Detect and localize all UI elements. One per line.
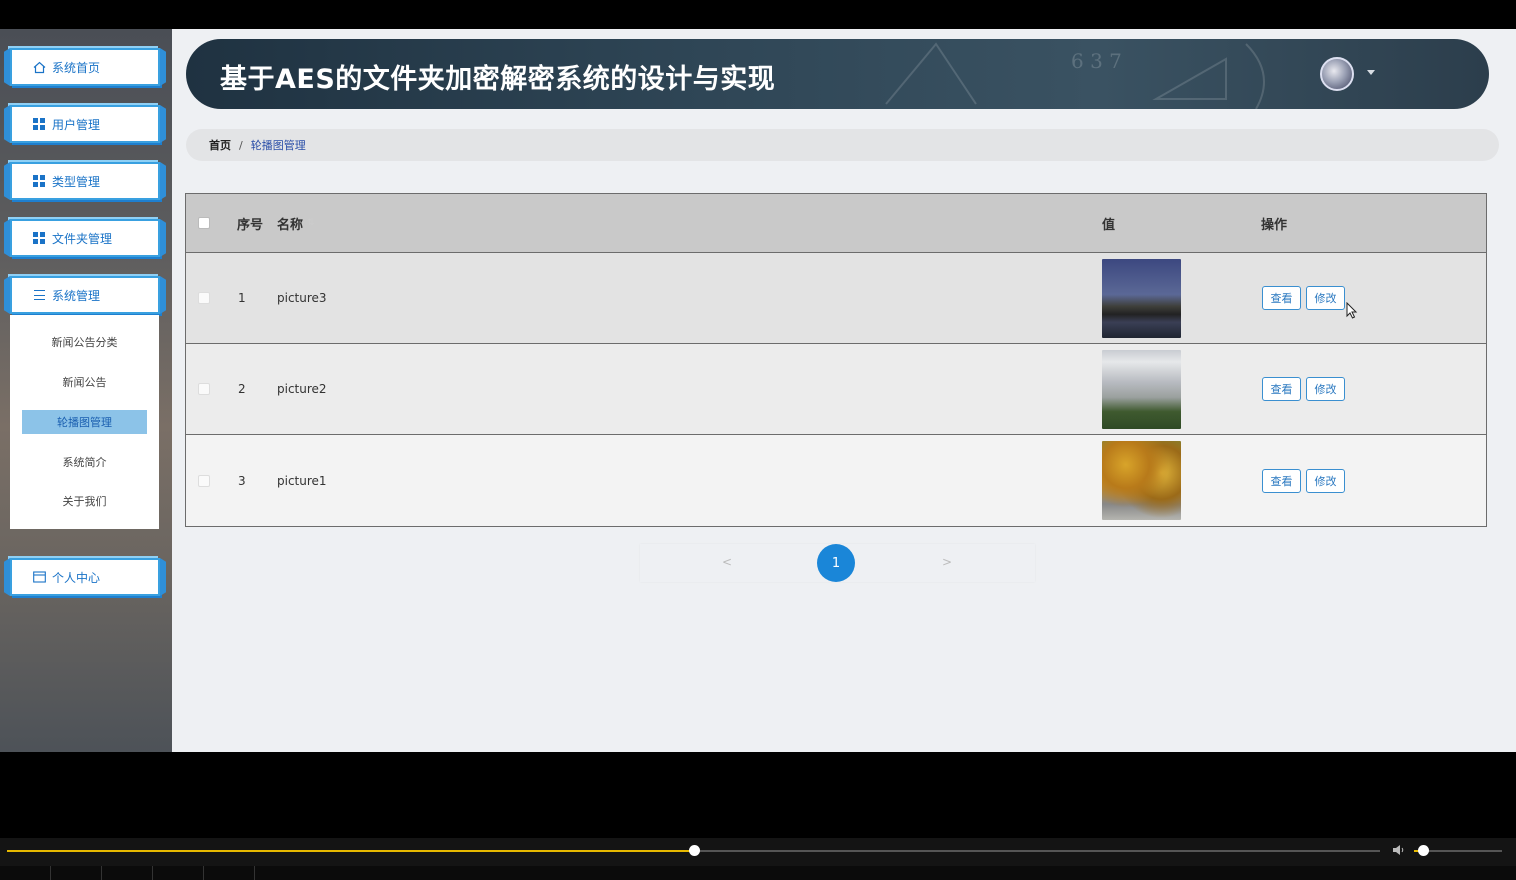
submenu-item-intro[interactable]: 系统简介 <box>22 450 147 474</box>
grid-icon <box>32 231 46 245</box>
avatar[interactable] <box>1320 57 1354 91</box>
sidebar-item-label: 系统管理 <box>52 288 101 303</box>
grid-icon <box>32 174 46 188</box>
table-row: 1 picture3 查看 修改 <box>186 253 1486 344</box>
mouse-cursor-icon <box>1346 302 1358 319</box>
row-name: picture1 <box>277 473 327 488</box>
column-header-index: 序号 <box>237 217 264 233</box>
carousel-table: 序号 名称 ⇅ 值 操作 1 picture3 查看 修改 2 picture2… <box>185 193 1487 527</box>
row-index: 2 <box>238 382 246 396</box>
volume-icon[interactable] <box>1392 843 1406 857</box>
submenu-item-carousel[interactable]: 轮播图管理 <box>22 410 147 434</box>
sidebar-item-personal[interactable]: 个人中心 <box>10 558 160 596</box>
grid-icon <box>32 117 46 131</box>
row-index: 1 <box>238 291 246 305</box>
row-name: picture2 <box>277 382 327 396</box>
submenu-item-about[interactable]: 关于我们 <box>22 489 147 513</box>
prev-page-button[interactable]: < <box>722 555 732 569</box>
page-title: 基于AES的文件夹加密解密系统的设计与实现 <box>220 64 776 95</box>
view-button[interactable]: 查看 <box>1262 377 1301 401</box>
row-checkbox[interactable] <box>198 292 210 304</box>
breadcrumb: 首页 / 轮播图管理 <box>186 129 1499 161</box>
sort-icon[interactable]: ⇅ <box>307 218 315 228</box>
volume-slider[interactable] <box>1414 845 1502 856</box>
view-button[interactable]: 查看 <box>1262 468 1301 493</box>
breadcrumb-current: 轮播图管理 <box>250 139 306 152</box>
sidebar-item-folders[interactable]: 文件夹管理 <box>10 219 160 257</box>
header-banner: 6 3 7 基于AES的文件夹加密解密系统的设计与实现 <box>186 39 1489 109</box>
seek-knob[interactable] <box>688 845 700 856</box>
next-page-button[interactable]: > <box>942 555 952 569</box>
table-row: 3 picture1 查看 修改 <box>186 435 1486 526</box>
seek-bar-played <box>7 850 694 852</box>
header-decoration <box>885 42 1265 109</box>
sidebar-item-system[interactable]: 系统管理 <box>10 276 160 314</box>
table-header: 序号 名称 ⇅ 值 操作 <box>186 194 1486 253</box>
sidebar-item-label: 文件夹管理 <box>52 231 113 246</box>
breadcrumb-home[interactable]: 首页 <box>209 137 231 153</box>
column-header-value: 值 <box>1102 217 1116 233</box>
volume-knob[interactable] <box>1417 845 1429 856</box>
seek-bar[interactable] <box>7 845 1380 856</box>
row-name: picture3 <box>277 291 327 305</box>
page-button-current[interactable]: 1 <box>817 544 855 582</box>
row-checkbox[interactable] <box>198 474 210 487</box>
row-checkbox[interactable] <box>198 383 210 395</box>
carousel-image-thumbnail[interactable] <box>1102 258 1181 338</box>
chevron-down-icon[interactable] <box>1367 70 1375 75</box>
sidebar: 系统首页 用户管理 类型管理 文件夹管理 系统管理 新闻公告分类 新闻公告 轮播… <box>0 29 172 752</box>
screen-frame: 系统首页 用户管理 类型管理 文件夹管理 系统管理 新闻公告分类 新闻公告 轮播… <box>0 0 1516 880</box>
menu-lines-icon <box>32 288 46 302</box>
breadcrumb-separator: / <box>239 138 243 152</box>
carousel-image-thumbnail[interactable] <box>1102 349 1181 429</box>
select-all-checkbox[interactable] <box>198 217 210 229</box>
table-row: 2 picture2 查看 修改 <box>186 344 1486 435</box>
column-header-actions: 操作 <box>1261 217 1288 233</box>
taskbar-strip <box>0 866 1516 880</box>
video-player-bar <box>0 838 1516 880</box>
sidebar-item-home[interactable]: 系统首页 <box>10 48 160 86</box>
submenu-item-news-category[interactable]: 新闻公告分类 <box>22 330 147 354</box>
home-icon <box>32 60 46 74</box>
edit-button[interactable]: 修改 <box>1306 468 1345 493</box>
row-index: 3 <box>238 473 246 488</box>
column-header-name[interactable]: 名称 <box>277 214 303 233</box>
sidebar-item-label: 用户管理 <box>52 117 101 132</box>
view-button[interactable]: 查看 <box>1262 286 1301 310</box>
system-submenu: 新闻公告分类 新闻公告 轮播图管理 系统简介 关于我们 <box>10 315 159 529</box>
sidebar-item-label: 个人中心 <box>52 570 101 585</box>
carousel-image-thumbnail[interactable] <box>1102 441 1181 520</box>
sidebar-item-label: 系统首页 <box>52 60 101 75</box>
app-window: 系统首页 用户管理 类型管理 文件夹管理 系统管理 新闻公告分类 新闻公告 轮播… <box>0 29 1516 752</box>
sidebar-item-types[interactable]: 类型管理 <box>10 162 160 200</box>
sidebar-item-label: 类型管理 <box>52 174 101 189</box>
sidebar-item-users[interactable]: 用户管理 <box>10 105 160 143</box>
card-icon <box>32 570 46 584</box>
pagination: < 1 > <box>640 544 1035 582</box>
edit-button[interactable]: 修改 <box>1306 286 1345 310</box>
submenu-item-news[interactable]: 新闻公告 <box>22 370 147 394</box>
edit-button[interactable]: 修改 <box>1306 377 1345 401</box>
